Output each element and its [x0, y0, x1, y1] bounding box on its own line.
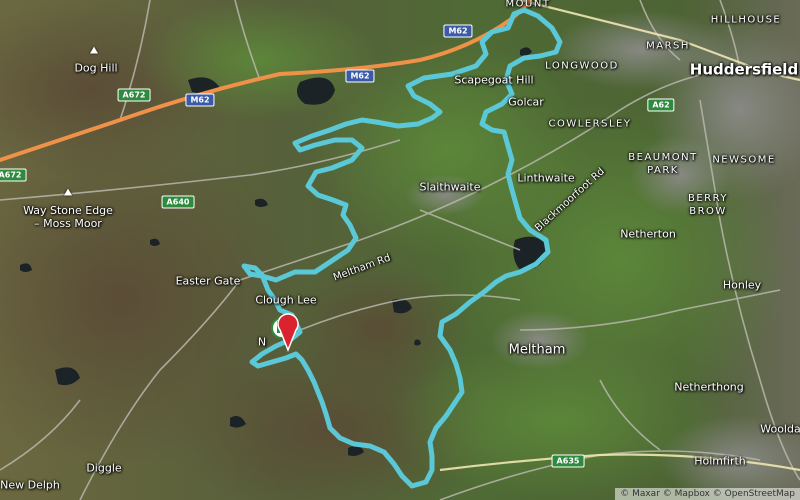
- road-shield-m62: M62: [443, 24, 473, 38]
- place-label-diggle: Diggle: [86, 461, 122, 475]
- place-label-beaumont-park: BEAUMONT PARK: [628, 152, 698, 176]
- place-label-easter-gate: Easter Gate: [175, 274, 241, 288]
- urban-area-meltham: [490, 310, 590, 370]
- place-label-hillhouse: HILLHOUSE: [710, 14, 782, 26]
- place-label-netherthong: Netherthong: [674, 380, 744, 394]
- place-label-dog-hill: Dog Hill: [74, 61, 118, 75]
- place-label-berry-brow: BERRY BROW: [687, 193, 729, 217]
- road-shield-a672: A672: [0, 168, 27, 182]
- place-label-holmfirth: Holmfirth: [694, 454, 746, 468]
- place-label-scapegoat-hill: Scapegoat Hill: [454, 73, 534, 87]
- place-label-clough-lee: Clough Lee: [255, 293, 317, 307]
- place-label-marsh: MARSH: [646, 40, 690, 52]
- place-label-way-stone-edge: Way Stone Edge – Moss Moor: [23, 204, 113, 230]
- road-shield-m62: M62: [185, 93, 215, 107]
- satellite-map[interactable]: [0, 0, 800, 500]
- place-label-wooldale: Wooldal: [760, 422, 800, 436]
- place-label-honley: Honley: [722, 278, 762, 292]
- place-label-linthwaite: Linthwaite: [517, 171, 575, 185]
- place-label-huddersfield: Huddersfield: [689, 60, 799, 79]
- map-view[interactable]: Dog Hill Way Stone Edge – Moss Moor East…: [0, 0, 800, 500]
- place-label-longwood: LONGWOOD: [545, 60, 619, 72]
- road-shield-a672: A672: [117, 88, 151, 102]
- place-label-new-delph: New Delph: [0, 478, 60, 492]
- place-label-slaithwaite: Slaithwaite: [419, 180, 481, 194]
- peak-icon: [64, 188, 72, 196]
- place-label-newsome: NEWSOME: [712, 154, 776, 166]
- place-label-golcar: Golcar: [508, 95, 544, 109]
- road-shield-a635: A635: [551, 454, 585, 468]
- place-label-cowlersley: COWLERSLEY: [548, 118, 632, 130]
- place-label-netherton: Netherton: [620, 227, 676, 241]
- place-label-marsden: N: [257, 335, 267, 349]
- road-shield-m62: M62: [345, 69, 375, 83]
- place-label-mount: MOUNT: [505, 0, 551, 10]
- road-shield-a640: A640: [161, 195, 195, 209]
- road-shield-a62: A62: [647, 98, 675, 112]
- map-attribution[interactable]: © Maxar © Mapbox © OpenStreetMap: [615, 488, 800, 500]
- place-label-meltham: Meltham: [508, 342, 566, 358]
- peak-icon: [90, 46, 98, 54]
